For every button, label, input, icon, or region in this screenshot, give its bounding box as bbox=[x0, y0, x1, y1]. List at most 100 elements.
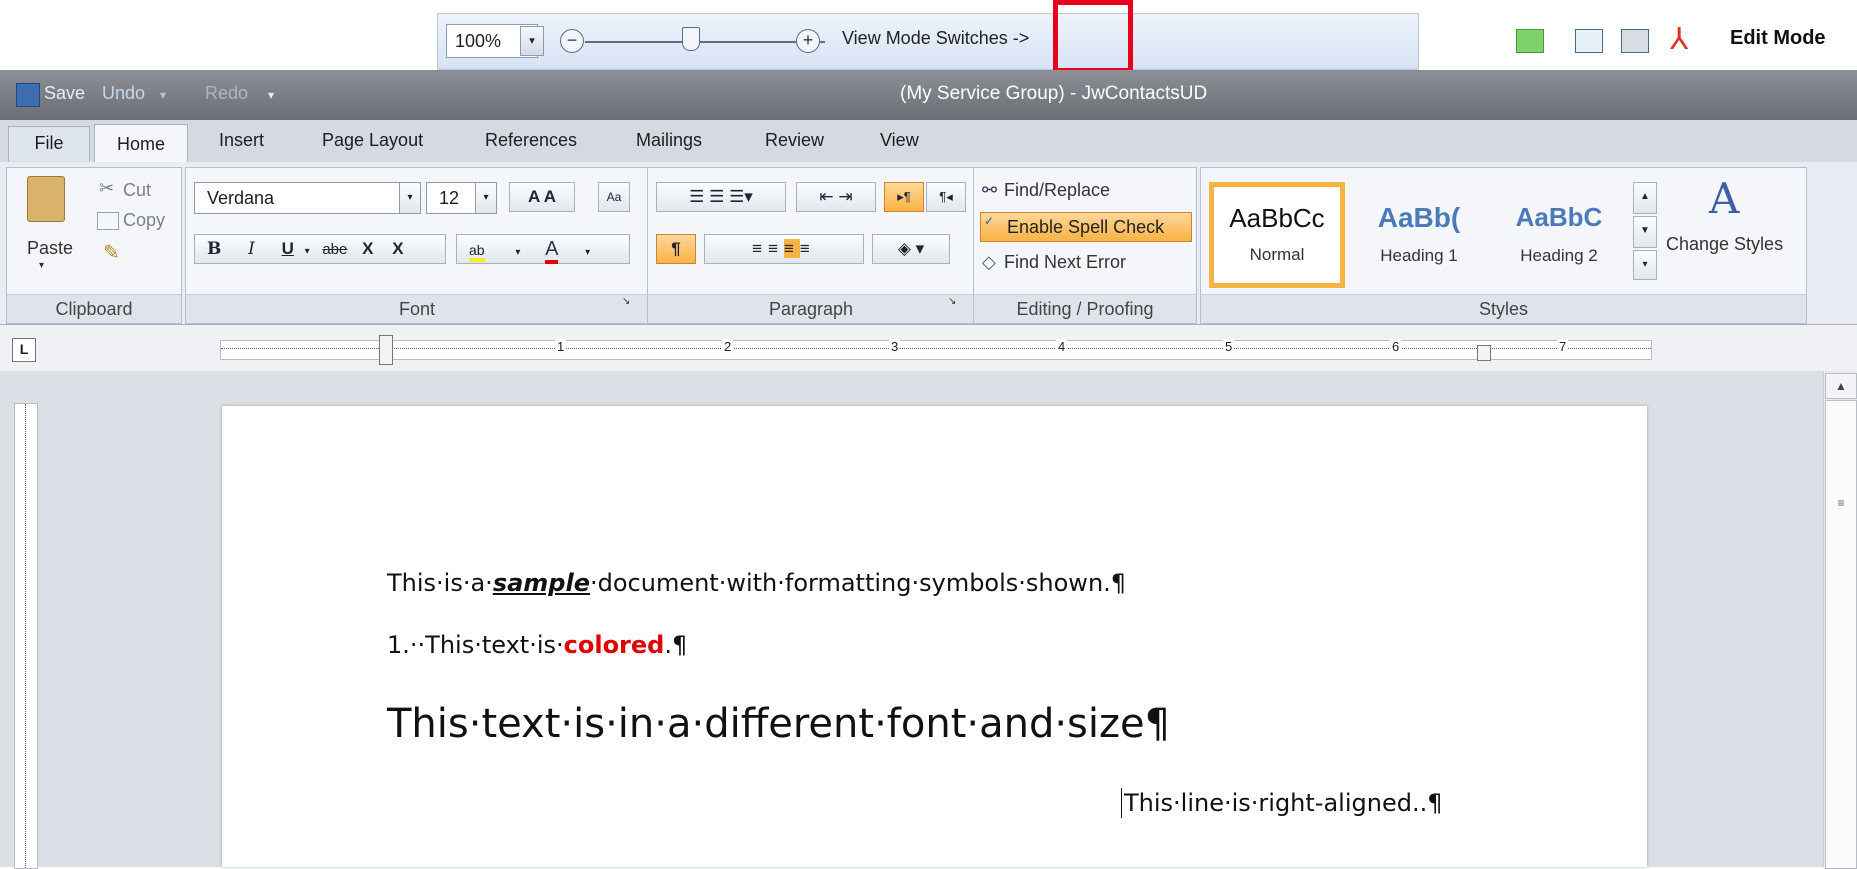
binoculars-icon: ⚯ bbox=[982, 180, 998, 200]
color-buttons: ab ▾ A ▾ bbox=[456, 234, 630, 264]
doc-line-4[interactable]: This·line·is·right-aligned..¶ bbox=[1124, 789, 1442, 817]
left-indent-marker[interactable] bbox=[379, 335, 393, 365]
undo-button[interactable]: Undo bbox=[102, 83, 145, 104]
paragraph-dialog-launcher-icon[interactable]: ↘ bbox=[948, 296, 956, 307]
list-buttons[interactable]: ☰ ☰ ☰▾ bbox=[656, 182, 786, 212]
paragraph-group: ☰ ☰ ☰▾ ⇤ ⇥ ▸¶ ¶◂ ¶ ≡≡≡≡ ◈ ▾ Paragraph ↘ bbox=[647, 167, 975, 324]
style-heading-1[interactable]: AaBb( Heading 1 bbox=[1351, 182, 1487, 288]
zoom-out-button[interactable]: − bbox=[560, 29, 584, 53]
highlight-button[interactable]: ab bbox=[469, 242, 485, 262]
strikethrough-button[interactable]: abe bbox=[322, 241, 347, 258]
right-indent-marker[interactable] bbox=[1477, 345, 1491, 361]
change-case-icon[interactable]: Aa bbox=[598, 182, 630, 212]
eraser-icon: ◇ bbox=[982, 252, 996, 272]
highlight-dropdown-icon[interactable]: ▾ bbox=[515, 247, 520, 258]
sample-word: sample bbox=[492, 569, 590, 597]
scroll-up-button[interactable]: ▲ bbox=[1825, 373, 1857, 399]
rtl-direction-button[interactable]: ¶◂ bbox=[926, 182, 966, 212]
font-color-dropdown-icon[interactable]: ▾ bbox=[585, 247, 590, 258]
font-name-field[interactable]: Verdana bbox=[194, 182, 406, 214]
copy-button[interactable]: Copy bbox=[123, 210, 165, 231]
style-heading-2[interactable]: AaBbC Heading 2 bbox=[1491, 182, 1627, 288]
scroll-thumb[interactable]: ≡ bbox=[1825, 400, 1857, 869]
doc-line-2[interactable]: 1.··This·text·is·colored.¶ bbox=[387, 631, 687, 659]
ruler-number: 3 bbox=[889, 339, 901, 354]
ribbon-tabs: File Home Insert Page Layout References … bbox=[0, 120, 1857, 165]
font-dialog-launcher-icon[interactable]: ↘ bbox=[622, 296, 630, 307]
print-layout-view-icon[interactable] bbox=[1516, 29, 1544, 53]
underline-dropdown-icon[interactable]: ▾ bbox=[305, 246, 310, 257]
alignment-buttons[interactable]: ≡≡≡≡ bbox=[704, 234, 864, 264]
edit-mode-label[interactable]: Edit Mode bbox=[1730, 27, 1826, 50]
highlight-frame bbox=[1053, 0, 1133, 73]
paste-icon[interactable] bbox=[27, 176, 65, 222]
clipboard-group: Paste ▾ ✂ Cut Copy ✎ Clipboard bbox=[6, 167, 182, 324]
tab-mailings[interactable]: Mailings bbox=[636, 130, 702, 151]
find-replace-button[interactable]: Find/Replace bbox=[1004, 180, 1110, 201]
tab-file[interactable]: File bbox=[8, 126, 90, 161]
font-size-dropdown-icon[interactable]: ▾ bbox=[475, 182, 497, 214]
indent-buttons[interactable]: ⇤ ⇥ bbox=[796, 182, 876, 212]
paragraph-group-label: Paragraph bbox=[648, 294, 974, 323]
zoom-slider-track[interactable] bbox=[585, 41, 825, 43]
doc-line-3[interactable]: This·text·is·in·a·different·font·and·siz… bbox=[387, 701, 1170, 747]
styles-group: AaBbCc Normal AaBb( Heading 1 AaBbC Head… bbox=[1200, 167, 1807, 324]
tab-home[interactable]: Home bbox=[94, 124, 188, 165]
tab-review[interactable]: Review bbox=[765, 130, 824, 151]
italic-button[interactable]: I bbox=[248, 239, 255, 259]
format-painter-icon[interactable]: ✎ bbox=[103, 240, 120, 265]
vertical-ruler-ticks bbox=[25, 404, 26, 868]
tab-view[interactable]: View bbox=[880, 130, 919, 151]
styles-more-icon[interactable]: ▾ bbox=[1633, 250, 1657, 280]
ruler-number: 7 bbox=[1557, 339, 1569, 354]
text-cursor bbox=[1121, 788, 1122, 818]
pdf-view-icon[interactable]: ⅄ bbox=[1670, 22, 1688, 57]
zoom-slider-thumb[interactable] bbox=[682, 27, 700, 51]
change-styles-icon[interactable]: A bbox=[1709, 174, 1739, 223]
save-button[interactable]: Save bbox=[44, 83, 85, 104]
enable-spell-check-button[interactable]: Enable Spell Check bbox=[980, 212, 1192, 242]
styles-scroll-down-icon[interactable]: ▼ bbox=[1633, 216, 1657, 248]
find-next-error-button[interactable]: Find Next Error bbox=[1004, 252, 1126, 273]
zoom-in-button[interactable]: + bbox=[796, 29, 820, 53]
styles-scroll-up-icon[interactable]: ▲ bbox=[1633, 182, 1657, 214]
document-page[interactable]: This·is·a·sample·document·with·formattin… bbox=[222, 406, 1647, 867]
customize-toolbar-icon[interactable]: ▾ bbox=[268, 88, 274, 102]
underline-button[interactable]: U bbox=[282, 239, 294, 258]
paste-dropdown-icon[interactable]: ▾ bbox=[39, 260, 44, 271]
zoom-dropdown-button[interactable]: ▾ bbox=[520, 26, 544, 56]
cut-button[interactable]: Cut bbox=[123, 180, 151, 201]
editing-proofing-group-label: Editing / Proofing bbox=[974, 294, 1196, 323]
subscript-button[interactable]: X bbox=[362, 239, 373, 258]
grow-shrink-font-buttons[interactable]: A A bbox=[509, 182, 575, 212]
font-name-dropdown-icon[interactable]: ▾ bbox=[399, 182, 421, 214]
tab-insert[interactable]: Insert bbox=[219, 130, 264, 151]
ruler-number: 5 bbox=[1223, 339, 1235, 354]
redo-button[interactable]: Redo bbox=[205, 83, 248, 104]
print-preview-view-icon[interactable] bbox=[1621, 29, 1649, 53]
shading-button[interactable]: ◈ ▾ bbox=[872, 234, 950, 264]
doc-line-1[interactable]: This·is·a·sample·document·with·formattin… bbox=[387, 569, 1126, 597]
horizontal-ruler[interactable]: 1 2 3 4 5 6 7 bbox=[220, 335, 1652, 365]
web-layout-view-icon[interactable] bbox=[1575, 29, 1603, 53]
undo-dropdown-icon[interactable]: ▾ bbox=[160, 88, 166, 102]
change-styles-button[interactable]: Change Styles bbox=[1666, 234, 1783, 255]
bold-button[interactable]: B bbox=[207, 239, 221, 259]
font-size-field[interactable]: 12 bbox=[426, 182, 476, 214]
superscript-button[interactable]: X bbox=[392, 239, 403, 258]
font-group: Verdana ▾ 12 ▾ A A Aa B I U ▾ abe X X ab… bbox=[185, 167, 649, 324]
save-icon[interactable] bbox=[16, 83, 40, 107]
colored-word: colored bbox=[563, 631, 665, 659]
vertical-ruler[interactable] bbox=[14, 403, 38, 869]
ltr-direction-button[interactable]: ▸¶ bbox=[884, 182, 924, 212]
font-color-button[interactable]: A bbox=[545, 238, 559, 264]
ruler-number: 4 bbox=[1056, 339, 1068, 354]
tab-selector-button[interactable]: L bbox=[12, 338, 36, 362]
show-formatting-button[interactable]: ¶ bbox=[656, 234, 696, 264]
paste-button[interactable]: Paste bbox=[27, 238, 73, 259]
scroll-grip-icon: ≡ bbox=[1837, 496, 1845, 510]
style-normal[interactable]: AaBbCc Normal bbox=[1209, 182, 1345, 288]
view-mode-label: View Mode Switches -> bbox=[842, 28, 1030, 48]
tab-references[interactable]: References bbox=[485, 130, 577, 151]
tab-page-layout[interactable]: Page Layout bbox=[322, 130, 423, 151]
